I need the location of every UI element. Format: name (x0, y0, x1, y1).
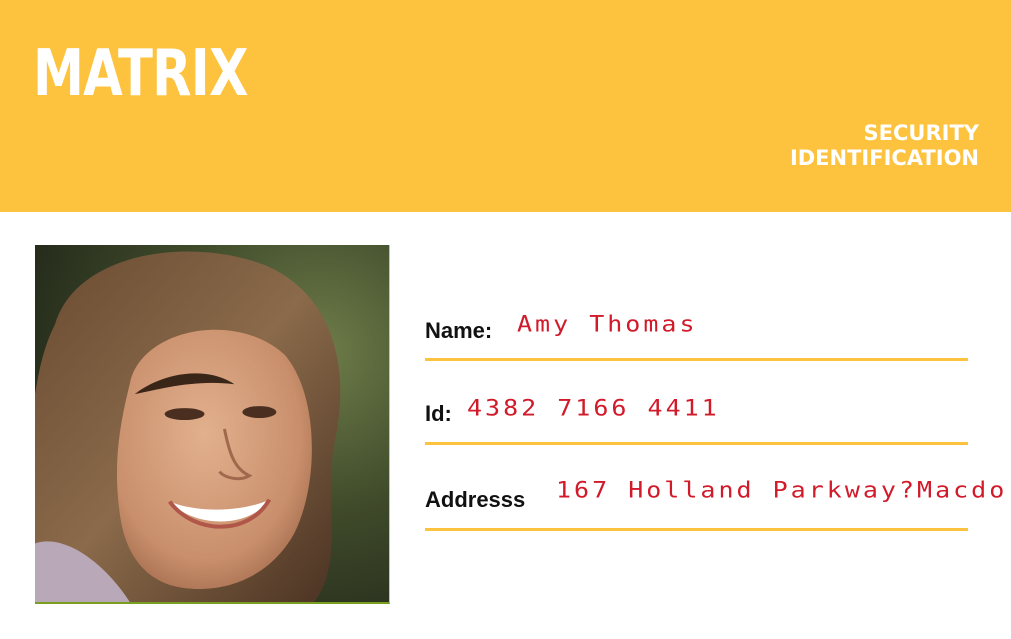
portrait-photo (35, 245, 390, 604)
id-underline (425, 442, 968, 445)
name-label: Name: (425, 318, 493, 343)
brand-logo: MATRIX (33, 37, 248, 111)
portrait-image (35, 245, 389, 602)
address-value: 167 Holland Parkway?Macdo (556, 477, 1008, 504)
id-value: 4382 7166 4411 (467, 395, 720, 422)
id-card: MATRIX SECURITY IDENTIFICATION Name: Amy… (0, 0, 1011, 639)
card-header: MATRIX SECURITY IDENTIFICATION (0, 0, 1011, 212)
id-label: Id: (425, 401, 452, 426)
name-value: Amy Thomas (517, 311, 698, 338)
name-underline (425, 358, 968, 361)
document-type: SECURITY IDENTIFICATION (790, 121, 979, 171)
document-type-line1: SECURITY (863, 121, 979, 145)
address-label: Addresss (425, 487, 526, 512)
address-underline (425, 528, 968, 531)
document-type-line2: IDENTIFICATION (789, 146, 979, 170)
